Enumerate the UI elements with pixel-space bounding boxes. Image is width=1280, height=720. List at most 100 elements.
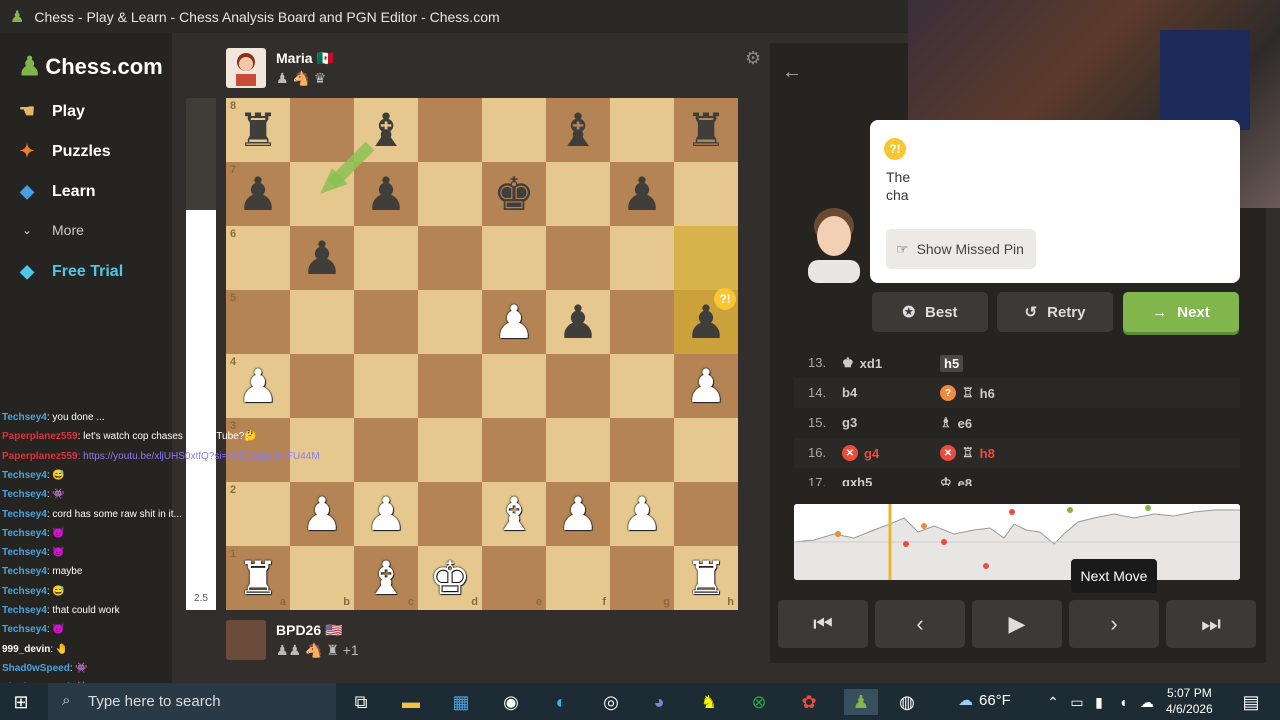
notifications-icon[interactable]: ▤	[1238, 689, 1264, 715]
square-g6[interactable]	[610, 226, 674, 290]
chess-board[interactable]: 8 ♜ ♝ ♝ ♜ 7 ♟ ♟ ♚ ♟ 6 ♟ 5 ♟ ♟ ♟?! 4 ♟ ♟ 3 2 ♟ ♟ ♝ ♟ ♟ 1 a ♜ b c ♝ d ♚ e f g h…	[226, 98, 738, 610]
avatar[interactable]	[226, 48, 266, 88]
black-pawn[interactable]: ♟	[237, 171, 278, 217]
square-c5[interactable]	[354, 290, 418, 354]
square-f5[interactable]: ♟	[546, 290, 610, 354]
square-e4[interactable]	[482, 354, 546, 418]
sidebar-item-puzzles[interactable]: ✦ Puzzles	[16, 141, 110, 162]
square-a4[interactable]: 4 ♟	[226, 354, 290, 418]
square-a6[interactable]: 6	[226, 226, 290, 290]
weather-widget[interactable]: ☁ 66°F	[958, 691, 1011, 710]
square-h2[interactable]	[674, 482, 738, 546]
white-rook[interactable]: ♜	[237, 555, 278, 601]
square-c6[interactable]	[354, 226, 418, 290]
chesscom-logo[interactable]: ♟ Chess.com	[18, 51, 163, 82]
square-c1[interactable]: c ♝	[354, 546, 418, 610]
square-c3[interactable]	[354, 418, 418, 482]
white-pawn[interactable]: ♟	[365, 491, 406, 537]
square-f7[interactable]	[546, 162, 610, 226]
white-move[interactable]: g3	[842, 415, 857, 430]
square-d2[interactable]	[418, 482, 482, 546]
square-d1[interactable]: d ♚	[418, 546, 482, 610]
white-move[interactable]: ♚ xd1	[842, 355, 882, 371]
previous-move-button[interactable]: ‹	[875, 600, 965, 648]
square-b4[interactable]	[290, 354, 354, 418]
edge-icon[interactable]: ◐	[548, 689, 574, 715]
white-pawn[interactable]: ♟	[685, 363, 726, 409]
square-e1[interactable]: e	[482, 546, 546, 610]
square-g4[interactable]	[610, 354, 674, 418]
square-f8[interactable]: ♝	[546, 98, 610, 162]
square-f1[interactable]: f	[546, 546, 610, 610]
usb-icon[interactable]: ▮	[1086, 689, 1112, 715]
show-missed-pin-button[interactable]: ☞ Show Missed Pin	[886, 229, 1036, 269]
sidebar-item-free-trial[interactable]: ◆ Free Trial	[16, 261, 123, 282]
play-button[interactable]: ▶	[972, 600, 1062, 648]
white-pawn[interactable]: ♟	[557, 491, 598, 537]
white-move[interactable]: b4	[842, 385, 857, 400]
square-g8[interactable]	[610, 98, 674, 162]
square-e2[interactable]: ♝	[482, 482, 546, 546]
black-pawn[interactable]: ♟	[557, 299, 598, 345]
black-rook[interactable]: ♜	[237, 107, 278, 153]
square-g7[interactable]: ♟	[610, 162, 674, 226]
square-g5[interactable]	[610, 290, 674, 354]
black-move[interactable]: ♗ e6	[940, 415, 972, 431]
square-d6[interactable]	[418, 226, 482, 290]
next-move-button[interactable]: ›	[1069, 600, 1159, 648]
square-f6[interactable]	[546, 226, 610, 290]
app-record-icon[interactable]: ◍	[894, 689, 920, 715]
square-a1[interactable]: 1 a ♜	[226, 546, 290, 610]
evaluation-graph[interactable]	[794, 504, 1240, 580]
white-pawn[interactable]: ♟	[301, 491, 342, 537]
black-move[interactable]: ♔ e8	[940, 475, 972, 486]
xbox-icon[interactable]: ⊗	[746, 689, 772, 715]
best-button[interactable]: ✪ Best	[872, 292, 988, 332]
discord-icon[interactable]: ◕	[646, 689, 672, 715]
square-h7[interactable]	[674, 162, 738, 226]
square-f4[interactable]	[546, 354, 610, 418]
square-d4[interactable]	[418, 354, 482, 418]
white-move[interactable]: gxh5	[842, 475, 872, 486]
speaker-icon[interactable]: ◖	[1110, 689, 1136, 715]
white-pawn[interactable]: ♟	[237, 363, 278, 409]
square-f3[interactable]	[546, 418, 610, 482]
square-b2[interactable]: ♟	[290, 482, 354, 546]
back-arrow-icon[interactable]: ←	[782, 61, 802, 84]
white-move[interactable]: ✕ g4	[842, 445, 879, 461]
square-a7[interactable]: 7 ♟	[226, 162, 290, 226]
square-h8[interactable]: ♜	[674, 98, 738, 162]
black-bishop[interactable]: ♝	[557, 107, 598, 153]
square-b1[interactable]: b	[290, 546, 354, 610]
square-e5[interactable]: ♟	[482, 290, 546, 354]
square-e3[interactable]	[482, 418, 546, 482]
black-rook[interactable]: ♜	[685, 107, 726, 153]
settings-gear-icon[interactable]: ⚙	[745, 48, 761, 69]
square-h5[interactable]: ♟?!	[674, 288, 738, 354]
square-a5[interactable]: 5	[226, 290, 290, 354]
white-king[interactable]: ♚	[429, 555, 470, 601]
taskbar-clock[interactable]: 5:07 PM 4/6/2026	[1166, 685, 1213, 717]
square-a2[interactable]: 2	[226, 482, 290, 546]
store-icon[interactable]: ▦	[448, 689, 474, 715]
white-rook[interactable]: ♜	[685, 555, 726, 601]
square-g3[interactable]	[610, 418, 674, 482]
square-b6[interactable]: ♟	[290, 226, 354, 290]
square-h4[interactable]: ♟	[674, 354, 738, 418]
sidebar-item-play[interactable]: ☚ Play	[16, 101, 85, 122]
snapchat-icon[interactable]: ♞	[696, 689, 722, 715]
square-f2[interactable]: ♟	[546, 482, 610, 546]
white-bishop[interactable]: ♝	[365, 555, 406, 601]
chevron-up-icon[interactable]: ⌃	[1040, 689, 1066, 715]
player-name[interactable]: BPD26	[276, 622, 321, 638]
first-move-button[interactable]: ⏮	[778, 600, 868, 648]
sidebar-item-more[interactable]: ⌄ More	[16, 222, 84, 238]
app-icon[interactable]: ✿	[796, 689, 822, 715]
square-h3[interactable]	[674, 418, 738, 482]
obs-icon[interactable]: ◎	[598, 689, 624, 715]
task-view-icon[interactable]: ⧉	[348, 689, 374, 715]
square-d7[interactable]	[418, 162, 482, 226]
square-g1[interactable]: g	[610, 546, 674, 610]
black-move[interactable]: ✕ ♖ h8	[940, 445, 995, 461]
white-pawn[interactable]: ♟	[621, 491, 662, 537]
